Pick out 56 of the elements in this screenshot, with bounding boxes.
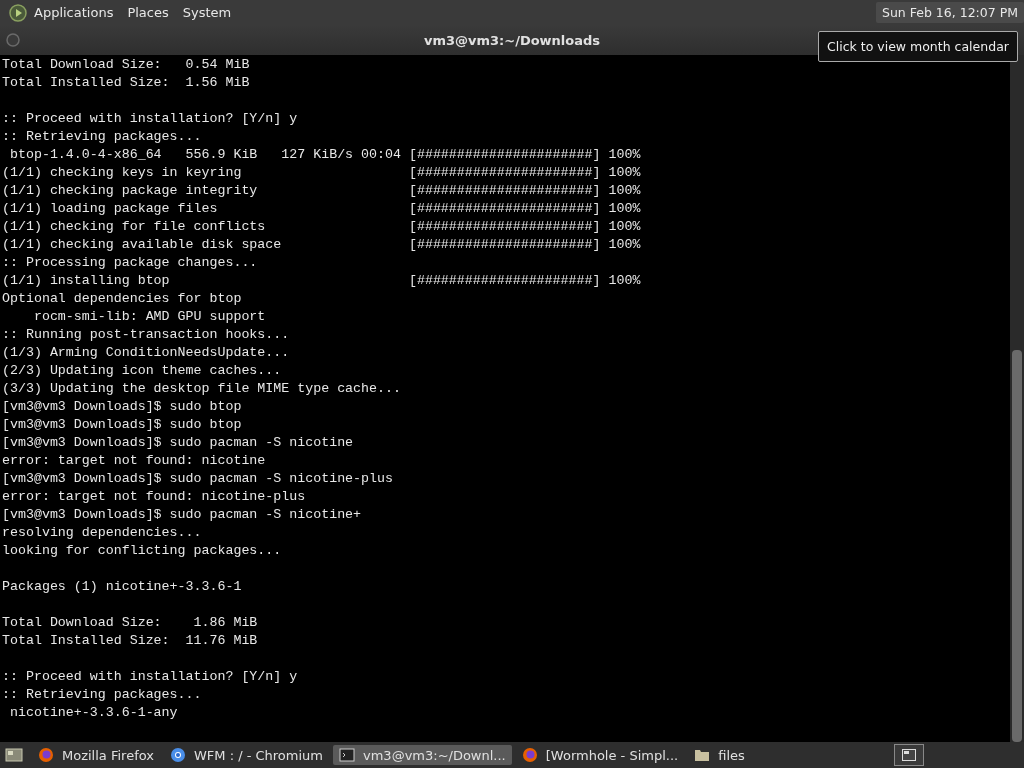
scrollbar-thumb[interactable] (1012, 350, 1022, 742)
taskbar-button[interactable]: files (688, 745, 751, 765)
terminal-line: btop-1.4.0-4-x86_64 556.9 KiB 127 KiB/s 00:04 [######################] 100% (8, 146, 641, 164)
terminal-line: looking for conflicting packages... (2, 542, 282, 560)
terminal-line: (1/1) checking for file conflicts [######################] 100% (2, 218, 641, 236)
taskbar-button[interactable]: Mozilla Firefox (32, 745, 160, 765)
terminal-line: (1/1) installing btop [######################] 100% (2, 272, 641, 290)
browser-circle-icon (169, 747, 186, 763)
terminal-line: [vm3@vm3 Downloads]$ sudo btop (2, 398, 242, 416)
terminal-icon (339, 747, 355, 763)
taskbar-button[interactable]: [Wormhole - Simpl... (515, 745, 685, 765)
window-title: vm3@vm3:~/Downloads (423, 32, 601, 48)
window-thumbnail-icon (902, 749, 916, 761)
menu-item[interactable]: Places (127, 5, 169, 20)
terminal-line: Optional dependencies for btop (2, 290, 242, 308)
folder-icon (694, 747, 711, 763)
terminal-line: :: Retrieving packages... (2, 128, 202, 146)
terminal-line: (1/1) checking available disk space [######################] 100% (2, 236, 641, 254)
terminal-line: [vm3@vm3 Downloads]$ sudo pacman -S nicotine+ (2, 506, 362, 524)
terminal-line: (1/1) checking keys in keyring [######################] 100% (2, 164, 641, 182)
browser-globe-icon (521, 747, 538, 763)
menu-item[interactable]: Applications (34, 5, 114, 20)
terminal-line: :: Proceed with installation? [Y/n] y (2, 668, 298, 686)
terminal-line: Total Download Size: 0.54 MiB (2, 56, 250, 74)
taskbar-button[interactable]: WFM : / - Chromium (163, 745, 329, 765)
terminal-line: [vm3@vm3 Downloads]$ sudo pacman -S nicotine-plus (2, 470, 393, 488)
terminal-line: :: Retrieving packages... (2, 686, 202, 704)
terminal-line: (1/1) loading package files [######################] 100% (2, 200, 641, 218)
terminal-line: error: target not found: nicotine (2, 452, 266, 470)
terminal-line: [vm3@vm3 Downloads]$ sudo pacman -S nicotine (2, 434, 354, 452)
browser-globe-icon (38, 747, 54, 763)
terminal-line: Total Download Size: 1.86 MiB (2, 614, 258, 632)
terminal-line: :: Processing package changes... (2, 254, 258, 272)
terminal-line: (1/3) Arming ConditionNeedsUpdate... (2, 344, 290, 362)
terminal-line: resolving dependencies... (2, 524, 202, 542)
terminal-line: :: Proceed with installation? [Y/n] y (2, 110, 298, 128)
tooltip: Click to view month calendar (818, 31, 1018, 62)
terminal-line: (3/3) Updating the desktop file MIME type cache... (2, 380, 401, 398)
window-menu-icon[interactable] (5, 32, 21, 48)
show-desktop-icon[interactable] (4, 745, 24, 765)
terminal-line: rocm-smi-lib: AMD GPU support (32, 308, 266, 326)
clock[interactable]: Sun Feb 16, 12:07 PM (875, 2, 1024, 23)
terminal-line: (2/3) Updating icon theme caches... (2, 362, 282, 380)
terminal-line: (1/1) checking package integrity [######################] 100% (2, 182, 641, 200)
terminal-line: [vm3@vm3 Downloads]$ sudo btop (2, 416, 242, 434)
terminal-line: Total Installed Size: 1.56 MiB (2, 74, 250, 92)
menu-item[interactable]: System (182, 5, 232, 20)
terminal-line: error: target not found: nicotine-plus (2, 488, 306, 506)
terminal-line: nicotine+-3.3.6-1-any (8, 704, 178, 722)
terminal-line: Total Installed Size: 11.76 MiB (2, 632, 258, 650)
scrollbar[interactable] (1010, 55, 1024, 742)
terminal-line: Packages (1) nicotine+-3.3.6-1 (2, 578, 242, 596)
workspace-switcher[interactable] (894, 744, 924, 766)
taskbar-button[interactable]: vm3@vm3:~/Downl... (333, 745, 512, 765)
distro-logo-icon[interactable] (8, 2, 28, 23)
terminal-line: :: Running post-transaction hooks... (2, 326, 290, 344)
